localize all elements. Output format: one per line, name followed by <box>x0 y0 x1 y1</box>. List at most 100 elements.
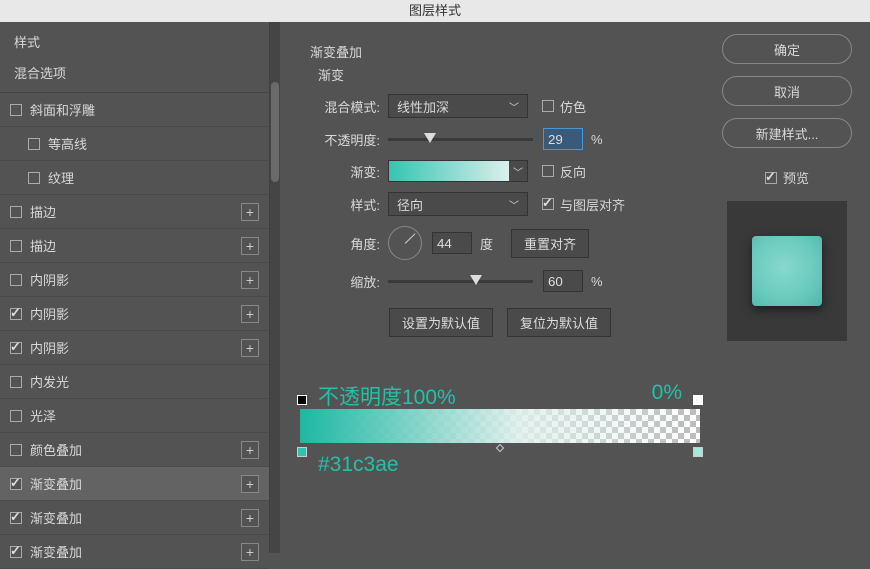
opacity-label: 不透明度: <box>310 130 380 149</box>
scale-input[interactable] <box>543 270 583 292</box>
panel-title: 渐变叠加 <box>310 42 690 61</box>
annotation-opacity-left: 不透明度100% <box>318 381 456 411</box>
sidebar-item-effect[interactable]: 等高线 <box>0 127 269 161</box>
sidebar-item-effect[interactable]: 纹理 <box>0 161 269 195</box>
sidebar-item-effect[interactable]: 内阴影 <box>0 297 269 331</box>
effect-checkbox[interactable] <box>10 274 22 286</box>
chevron-down-icon: ﹀ <box>509 197 519 212</box>
dither-checkbox[interactable] <box>542 100 554 112</box>
styles-header[interactable]: 样式 <box>0 22 269 57</box>
reset-default-button[interactable]: 复位为默认值 <box>507 308 611 337</box>
effect-label: 渐变叠加 <box>30 474 82 493</box>
add-effect-button[interactable] <box>241 271 259 289</box>
add-effect-button[interactable] <box>241 339 259 357</box>
effect-label: 等高线 <box>48 134 87 153</box>
make-default-button[interactable]: 设置为默认值 <box>389 308 493 337</box>
sidebar-item-effect[interactable]: 渐变叠加 <box>0 535 269 569</box>
effect-label: 渐变叠加 <box>30 508 82 527</box>
scale-slider[interactable] <box>388 280 533 283</box>
add-effect-button[interactable] <box>241 441 259 459</box>
color-stop-left[interactable] <box>297 447 307 457</box>
sidebar-scrollbar[interactable] <box>270 22 280 553</box>
effect-checkbox[interactable] <box>28 172 40 184</box>
angle-knob[interactable] <box>388 226 422 260</box>
color-stop-right[interactable] <box>693 447 703 457</box>
effect-label: 纹理 <box>48 168 74 187</box>
preview-checkbox[interactable] <box>765 172 777 184</box>
preview-label: 预览 <box>783 168 809 187</box>
annotation-color: #31c3ae <box>318 453 399 477</box>
chevron-down-icon: ﹀ <box>509 161 527 181</box>
effect-label: 描边 <box>30 236 56 255</box>
sidebar-item-effect[interactable]: 内发光 <box>0 365 269 399</box>
effect-checkbox[interactable] <box>10 104 22 116</box>
sidebar-item-effect[interactable]: 内阴影 <box>0 331 269 365</box>
effect-checkbox[interactable] <box>10 376 22 388</box>
ok-button[interactable]: 确定 <box>722 34 852 64</box>
add-effect-button[interactable] <box>241 305 259 323</box>
sidebar-item-effect[interactable]: 渐变叠加 <box>0 501 269 535</box>
chevron-down-icon: ﹀ <box>509 99 519 114</box>
sidebar-item-effect[interactable]: 斜面和浮雕 <box>0 93 269 127</box>
effect-checkbox[interactable] <box>10 512 22 524</box>
reset-align-button[interactable]: 重置对齐 <box>511 229 589 258</box>
sidebar-item-effect[interactable]: 颜色叠加 <box>0 433 269 467</box>
effect-checkbox[interactable] <box>10 410 22 422</box>
opacity-input[interactable] <box>543 128 583 150</box>
style-label: 样式: <box>310 195 380 214</box>
effect-checkbox[interactable] <box>10 444 22 456</box>
right-column: 确定 取消 新建样式... 预览 <box>720 22 870 553</box>
effect-checkbox[interactable] <box>10 206 22 218</box>
sidebar-item-effect[interactable]: 渐变叠加 <box>0 467 269 501</box>
percent-unit: % <box>591 132 603 147</box>
effect-checkbox[interactable] <box>10 546 22 558</box>
opacity-stop-left[interactable] <box>297 395 307 405</box>
panel-subtitle: 渐变 <box>318 65 690 84</box>
scale-label: 缩放: <box>310 272 380 291</box>
reverse-label: 反向 <box>560 162 586 181</box>
align-label: 与图层对齐 <box>560 195 625 214</box>
effect-label: 内阴影 <box>30 270 69 289</box>
add-effect-button[interactable] <box>241 543 259 561</box>
add-effect-button[interactable] <box>241 509 259 527</box>
angle-input[interactable] <box>432 232 472 254</box>
effect-checkbox[interactable] <box>10 342 22 354</box>
opacity-stop-right[interactable] <box>693 395 703 405</box>
annotation-opacity-right: 0% <box>652 381 682 405</box>
style-select[interactable]: 径向 ﹀ <box>388 192 528 216</box>
preview-box <box>727 201 847 341</box>
sidebar-item-effect[interactable]: 描边 <box>0 229 269 263</box>
effect-label: 颜色叠加 <box>30 440 82 459</box>
opacity-slider[interactable] <box>388 138 533 141</box>
blend-options-header[interactable]: 混合选项 <box>0 57 269 93</box>
effect-checkbox[interactable] <box>28 138 40 150</box>
percent-unit: % <box>591 274 603 289</box>
angle-label: 角度: <box>310 234 380 253</box>
gradient-bar[interactable] <box>300 409 700 443</box>
add-effect-button[interactable] <box>241 203 259 221</box>
cancel-button[interactable]: 取消 <box>722 76 852 106</box>
window-title: 图层样式 <box>0 0 870 22</box>
effect-label: 光泽 <box>30 406 56 425</box>
sidebar-item-effect[interactable]: 光泽 <box>0 399 269 433</box>
align-checkbox[interactable] <box>542 198 554 210</box>
reverse-checkbox[interactable] <box>542 165 554 177</box>
settings-panel: 渐变叠加 渐变 混合模式: 线性加深 ﹀ 仿色 不透明度: % 渐 <box>280 22 720 553</box>
blend-mode-select[interactable]: 线性加深 ﹀ <box>388 94 528 118</box>
blend-mode-label: 混合模式: <box>310 97 380 116</box>
effect-checkbox[interactable] <box>10 308 22 320</box>
gradient-editor: 不透明度100% 0% #31c3ae <box>300 409 700 443</box>
add-effect-button[interactable] <box>241 475 259 493</box>
sidebar-item-effect[interactable]: 描边 <box>0 195 269 229</box>
styles-sidebar: 样式 混合选项 斜面和浮雕等高线纹理描边描边内阴影内阴影内阴影内发光光泽颜色叠加… <box>0 22 280 553</box>
effect-label: 内阴影 <box>30 338 69 357</box>
effect-checkbox[interactable] <box>10 240 22 252</box>
new-style-button[interactable]: 新建样式... <box>722 118 852 148</box>
gradient-swatch[interactable]: ﹀ <box>388 160 528 182</box>
add-effect-button[interactable] <box>241 237 259 255</box>
effect-checkbox[interactable] <box>10 478 22 490</box>
midpoint-marker[interactable] <box>496 444 504 452</box>
sidebar-item-effect[interactable]: 内阴影 <box>0 263 269 297</box>
degree-unit: 度 <box>480 234 493 253</box>
preview-thumbnail <box>752 236 822 306</box>
